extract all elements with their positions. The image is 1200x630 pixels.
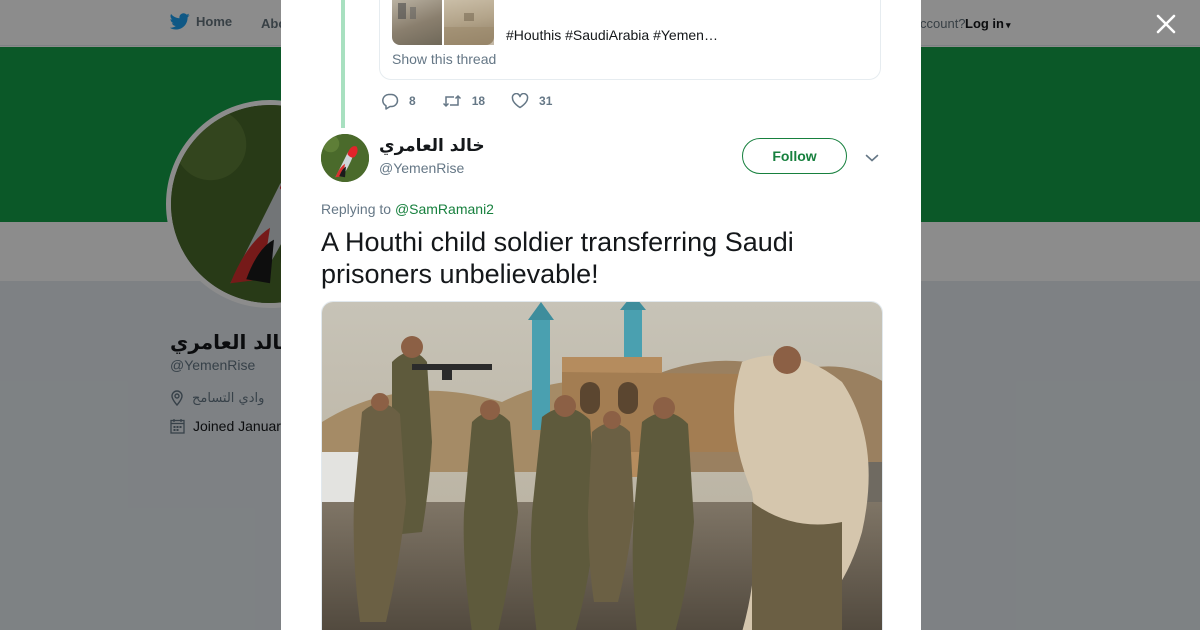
replying-to-link[interactable]: @SamRamani2 [395, 201, 494, 217]
quoted-media-thumbnail[interactable] [392, 0, 442, 45]
quoted-tweet-hashtags[interactable]: #Houthis #SaudiArabia #Yemen… [506, 27, 718, 43]
retweet-icon [442, 94, 461, 108]
tweet-author-name[interactable]: خالد العامري [379, 136, 485, 156]
reply-count: 8 [409, 94, 416, 108]
tweet-author-handle[interactable]: @YemenRise [379, 160, 464, 176]
close-icon [1156, 14, 1176, 34]
show-thread-link[interactable]: Show this thread [392, 51, 496, 67]
photo-thumbnail-icon [398, 3, 416, 19]
reply-icon [382, 93, 399, 110]
thread-connector-line [341, 0, 345, 128]
replying-prefix: Replying to [321, 201, 392, 217]
tweet-media-photo[interactable] [321, 301, 883, 630]
bird-photo-icon [321, 134, 369, 182]
heart-icon [511, 93, 529, 109]
reply-button[interactable]: 8 [381, 92, 416, 110]
retweet-button[interactable]: 18 [442, 93, 485, 109]
tweet-modal: #Houthis #SaudiArabia #Yemen… Show this … [281, 0, 921, 630]
replying-to: Replying to @SamRamani2 [321, 201, 494, 217]
tweet-text: A Houthi child soldier transferring Saud… [321, 227, 794, 289]
retweet-count: 18 [471, 94, 486, 108]
tweet-author-avatar[interactable] [321, 134, 369, 182]
soldiers-photo [322, 302, 882, 630]
quoted-tweet-card[interactable]: #Houthis #SaudiArabia #Yemen… Show this … [379, 0, 881, 80]
previous-tweet-actions: 8 18 31 [381, 92, 578, 110]
close-button[interactable] [1154, 12, 1178, 36]
quoted-media-thumbnail[interactable] [444, 0, 494, 45]
more-options-button[interactable] [865, 150, 879, 168]
chevron-down-icon [865, 154, 879, 162]
like-button[interactable]: 31 [511, 93, 552, 109]
follow-button[interactable]: Follow [742, 138, 847, 174]
like-count: 31 [539, 94, 553, 108]
photo-thumbnail-icon [444, 13, 494, 45]
